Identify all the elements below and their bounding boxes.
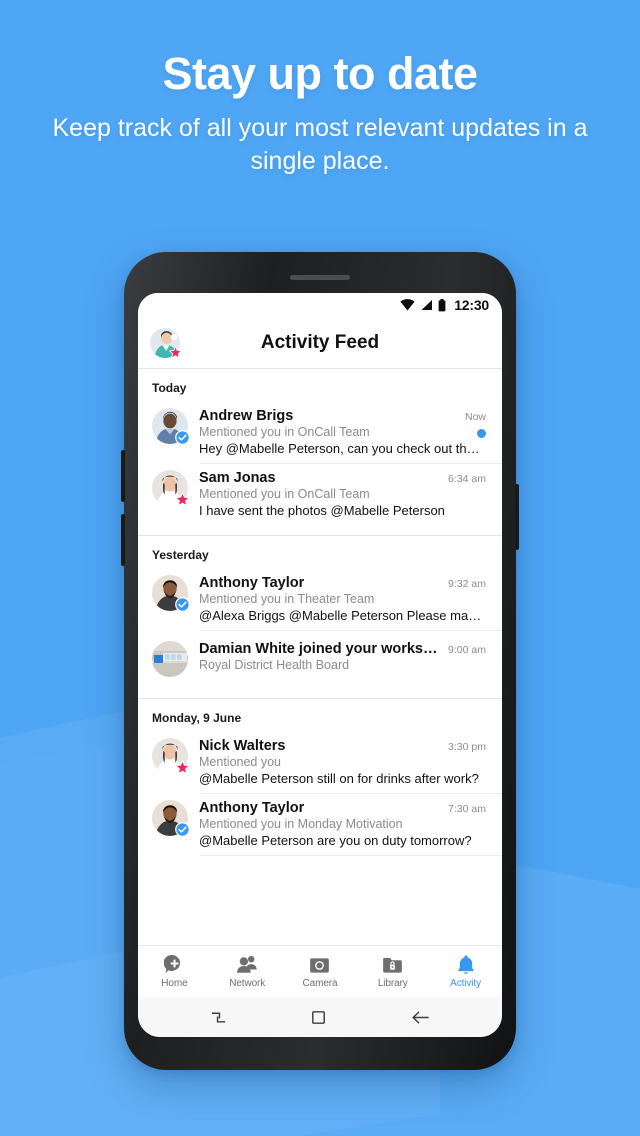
verified-badge-icon <box>175 822 190 837</box>
section-header: Today <box>152 381 187 395</box>
folder-lock-icon <box>383 957 403 973</box>
promo-subline: Keep track of all your most relevant upd… <box>52 114 588 175</box>
avatar[interactable] <box>152 575 190 612</box>
feed-item-name: Andrew Brigs <box>199 408 294 424</box>
tab-home[interactable]: Home <box>138 954 211 989</box>
feed-item[interactable]: Damian White joined your workspace 9:00 … <box>138 631 502 688</box>
feed-item-subtitle: Mentioned you in Monday Motivation <box>199 817 403 831</box>
feed-item-time: 3:30 pm <box>448 741 486 753</box>
recents-icon[interactable] <box>209 1008 228 1027</box>
home-square-icon[interactable] <box>309 1008 328 1027</box>
avatar[interactable] <box>152 408 190 445</box>
feed-item-body: Andrew Brigs Now Mentioned you in OnCall… <box>199 408 488 456</box>
status-bar-clock: 12:30 <box>454 297 489 313</box>
profile-avatar[interactable] <box>150 327 182 359</box>
tab-label: Network <box>229 978 266 989</box>
verified-badge-icon <box>175 430 190 445</box>
item-divider <box>200 855 502 856</box>
feed-item[interactable]: Sam Jonas 6:34 am Mentioned you in OnCal… <box>138 464 502 525</box>
tab-label: Home <box>161 978 188 989</box>
camera-icon <box>310 957 330 973</box>
tab-activity[interactable]: Activity <box>429 954 502 989</box>
feed-item-time: 7:30 am <box>448 803 486 815</box>
star-badge-icon <box>175 492 190 507</box>
volume-down-button[interactable] <box>121 514 125 566</box>
feed-item[interactable]: Andrew Brigs Now Mentioned you in OnCall… <box>138 402 502 463</box>
feed-item-preview: @Mabelle Peterson are you on duty tomorr… <box>199 833 472 848</box>
feed-item-name: Nick Walters <box>199 738 286 754</box>
android-system-nav <box>138 997 502 1037</box>
avatar[interactable] <box>152 738 190 775</box>
chat-plus-icon <box>163 954 180 974</box>
promo-headline: Stay up to date <box>162 48 478 99</box>
feed-item-name: Damian White joined your workspace <box>199 641 441 657</box>
tab-network[interactable]: Network <box>211 954 284 989</box>
back-arrow-icon[interactable] <box>410 1008 431 1027</box>
unread-indicator <box>477 429 486 438</box>
section-header: Yesterday <box>152 548 209 562</box>
power-button[interactable] <box>515 484 519 550</box>
phone-screen: 12:30 Activity Feed Today Andrew Brigs N… <box>138 293 502 1037</box>
feed-item[interactable]: Anthony Taylor 9:32 am Mentioned you in … <box>138 569 502 630</box>
feed-item-body: Nick Walters 3:30 pm Mentioned you @Mabe… <box>199 738 488 786</box>
signal-icon <box>421 300 433 310</box>
feed-item-subtitle: Mentioned you in Theater Team <box>199 592 375 606</box>
status-bar: 12:30 <box>138 293 502 317</box>
feed-item-preview: @Mabelle Peterson still on for drinks af… <box>199 771 479 786</box>
feed-item-time: 6:34 am <box>448 473 486 485</box>
phone-device-frame: 12:30 Activity Feed Today Andrew Brigs N… <box>121 252 519 1070</box>
feed-item-subtitle: Mentioned you <box>199 755 282 769</box>
feed-item-time: Now <box>464 411 486 423</box>
feed-item-subtitle: Royal District Health Board <box>199 658 350 672</box>
section-header: Monday, 9 June <box>152 711 242 725</box>
verified-badge-icon <box>175 597 190 612</box>
bottom-tab-bar: Home Network Camera Library Activity <box>138 945 502 997</box>
feed-item-preview: @Alexa Briggs @Mabelle Peterson Please m… <box>199 608 486 623</box>
feed-item-subtitle: Mentioned you in OnCall Team <box>199 487 370 501</box>
feed-item-body: Sam Jonas 6:34 am Mentioned you in OnCal… <box>199 470 488 518</box>
wifi-icon <box>400 299 415 311</box>
avatar[interactable] <box>152 800 190 837</box>
star-badge-icon <box>169 345 182 359</box>
feed-item-time: 9:00 am <box>448 644 486 656</box>
feed-item-time: 9:32 am <box>448 578 486 590</box>
avatar[interactable] <box>152 470 190 507</box>
feed-item-subtitle: Mentioned you in OnCall Team <box>199 425 370 439</box>
earpiece-speaker <box>290 275 350 280</box>
tab-label: Library <box>377 977 408 989</box>
promo-copy: Stay up to date Keep track of all your m… <box>0 48 640 177</box>
tab-label: Activity <box>450 978 482 989</box>
bell-icon <box>457 955 474 974</box>
feed-item[interactable]: Nick Walters 3:30 pm Mentioned you @Mabe… <box>138 732 502 793</box>
activity-feed-list[interactable]: Today Andrew Brigs Now Mentioned you in … <box>138 369 502 945</box>
tab-library[interactable]: Library <box>356 955 429 989</box>
app-bar: Activity Feed <box>138 317 502 369</box>
page-title: Activity Feed <box>260 331 380 353</box>
feed-item-body: Anthony Taylor 9:32 am Mentioned you in … <box>199 575 488 623</box>
battery-icon <box>438 298 446 311</box>
avatar[interactable] <box>152 641 188 677</box>
feed-item[interactable]: Anthony Taylor 7:30 am Mentioned you in … <box>138 794 502 855</box>
feed-item-name: Sam Jonas <box>199 470 276 486</box>
tab-camera[interactable]: Camera <box>284 955 357 989</box>
tab-label: Camera <box>302 977 338 989</box>
star-badge-icon <box>175 760 190 775</box>
feed-item-name: Anthony Taylor <box>199 800 305 816</box>
feed-item-preview: I have sent the photos @Mabelle Peterson <box>199 503 445 518</box>
feed-item-body: Anthony Taylor 7:30 am Mentioned you in … <box>199 800 488 848</box>
volume-up-button[interactable] <box>121 450 125 502</box>
feed-item-body: Damian White joined your workspace 9:00 … <box>199 641 488 672</box>
feed-item-preview: Hey @Mabelle Peterson, can you check out… <box>199 441 486 456</box>
people-icon <box>237 955 257 973</box>
feed-item-name: Anthony Taylor <box>199 575 305 591</box>
